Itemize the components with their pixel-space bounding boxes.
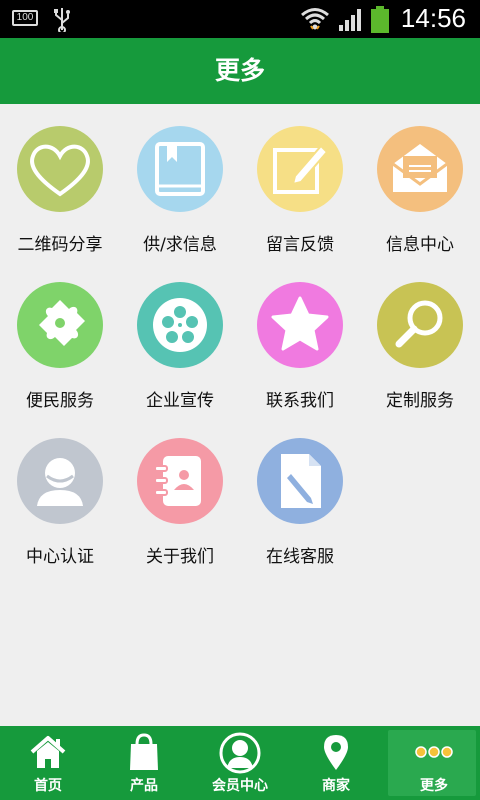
nav-label: 会员中心 [212,778,268,794]
grid-item-label: 便民服务 [26,391,94,411]
grid-item-label: 联系我们 [266,391,334,411]
grid-item-online-service[interactable]: 在线客服 [240,416,360,572]
shopping-bag-icon [96,732,192,772]
grid-item-feedback[interactable]: 留言反馈 [240,104,360,260]
envelope-icon [377,126,463,212]
grid-item-label: 关于我们 [146,547,214,567]
grid-item-info-center[interactable]: 信息中心 [360,104,480,260]
bottom-navigation: 首页 产品 会员中心 商家 更多 [0,726,480,800]
magnifier-icon [377,282,463,368]
grid-item-promotion[interactable]: 企业宣传 [120,260,240,416]
grid-item-label: 留言反馈 [266,235,334,255]
nav-more[interactable]: 更多 [386,726,480,800]
status-bar: 100 14:56 [0,0,480,38]
grid-item-label: 信息中心 [386,235,454,255]
star-icon [257,282,343,368]
nav-member-center[interactable]: 会员中心 [192,726,288,800]
page-title: 更多 [214,56,265,85]
grid-item-label: 中心认证 [26,547,94,567]
puzzle-icon [17,282,103,368]
book-icon [137,126,223,212]
user-icon [17,438,103,524]
grid-item-label: 供/求信息 [143,235,217,255]
grid-item-qr-share[interactable]: 二维码分享 [0,104,120,260]
usb-icon [52,6,72,36]
grid-item-label: 企业宣传 [146,391,214,411]
grid-item-label: 二维码分享 [17,235,103,255]
note-pencil-icon [257,126,343,212]
battery-percent-indicator: 100 [12,10,38,26]
nav-label: 商家 [322,778,350,794]
nav-label: 产品 [130,778,158,794]
nav-merchants[interactable]: 商家 [288,726,384,800]
grid-item-supply-demand[interactable]: 供/求信息 [120,104,240,260]
signal-icon [338,8,364,36]
document-edit-icon [257,438,343,524]
location-pin-icon [288,732,384,772]
grid-item-convenience[interactable]: 便民服务 [0,260,120,416]
home-icon [0,732,96,772]
grid-item-certification[interactable]: 中心认证 [0,416,120,572]
grid-item-label: 在线客服 [266,547,334,567]
clock-time: 14:56 [400,3,466,33]
heart-icon [17,126,103,212]
member-avatar-icon [192,732,288,774]
film-reel-icon [137,282,223,368]
contacts-book-icon [137,438,223,524]
app-header: 更多 [0,38,480,104]
wifi-icon [300,6,330,36]
nav-products[interactable]: 产品 [96,726,192,800]
grid-item-label: 定制服务 [386,391,454,411]
nav-label: 首页 [34,778,62,794]
battery-icon [370,6,390,38]
grid-item-contact-us[interactable]: 联系我们 [240,260,360,416]
grid-item-about-us[interactable]: 关于我们 [120,416,240,572]
feature-grid: 二维码分享 供/求信息 留言反馈 信息中心 便民服务 企业宣传 联系我们 定制服… [0,104,480,724]
grid-item-custom-service[interactable]: 定制服务 [360,260,480,416]
nav-home[interactable]: 首页 [0,726,96,800]
more-dots-icon [386,732,480,772]
nav-label: 更多 [420,778,448,794]
